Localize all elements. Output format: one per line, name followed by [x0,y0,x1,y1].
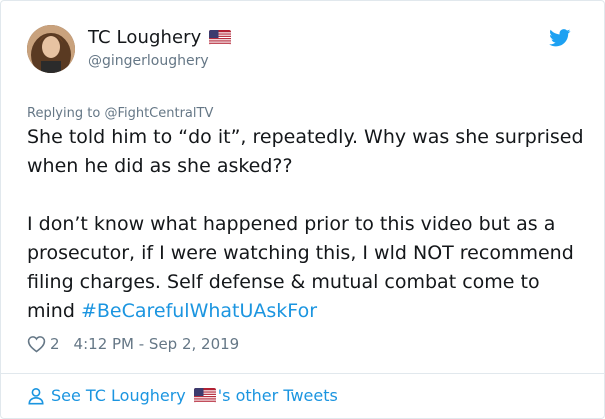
heart-icon[interactable] [27,335,46,353]
us-flag-icon [193,388,216,403]
display-name[interactable]: TC Loughery [88,27,201,48]
replying-prefix: Replying to [27,106,101,121]
name-line: TC Loughery [88,27,232,48]
tweet-card: TC Loughery @gingerloughery Replying to [0,0,605,419]
replying-mention[interactable]: @FightCentralTV [104,106,213,121]
divider [1,373,604,374]
person-icon [28,387,44,404]
tweet-meta: 2 4:12 PM - Sep 2, 2019 [27,335,239,353]
see-other-tweets-link[interactable]: See TC Loughery 's other Tweets [27,386,338,405]
hashtag-link[interactable]: #BeCarefulWhatUAskFor [81,300,317,322]
tweet-header: TC Loughery @gingerloughery [27,25,587,77]
twitter-bird-icon[interactable] [549,29,571,47]
replying-to: Replying to @FightCentralTV [27,106,213,121]
us-flag-icon [209,30,232,45]
see-prefix: See TC Loughery [51,386,186,405]
avatar-photo [27,25,75,73]
user-handle[interactable]: @gingerloughery [88,53,209,69]
tweet-paragraph-2: I don’t know what happened prior to this… [27,210,587,326]
tweet-timestamp[interactable]: 4:12 PM - Sep 2, 2019 [74,335,240,353]
tweet-paragraph-1: She told him to “do it”, repeatedly. Why… [27,126,584,177]
avatar[interactable] [27,25,75,73]
see-suffix: 's other Tweets [217,386,338,405]
like-count: 2 [50,335,60,353]
